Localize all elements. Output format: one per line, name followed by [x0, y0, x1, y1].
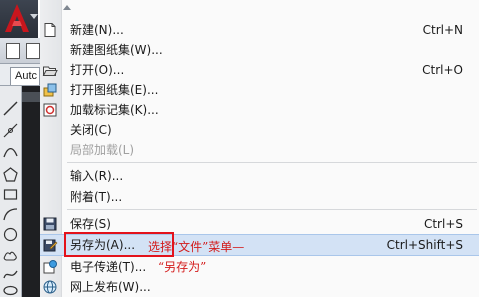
annotation-text-line1: 选择“文件”菜单—: [148, 240, 245, 254]
chevron-down-icon: [30, 14, 38, 19]
open-sheet-set-icon: [43, 83, 57, 97]
menu-separator: [67, 162, 477, 163]
menu-item-label: 输入(R)...: [70, 169, 124, 183]
spline-tool-icon[interactable]: [2, 266, 19, 283]
markup-set-icon: [43, 103, 57, 117]
menu-item-label: 局部加载(L): [70, 143, 135, 157]
polyline-tool-icon[interactable]: [2, 144, 19, 161]
menu-item-publish-to-web[interactable]: 网上发布(W)...: [40, 277, 479, 297]
menu-item-new[interactable]: 新建(N)... Ctrl+N: [40, 20, 479, 40]
save-disk-icon: [43, 217, 57, 231]
menu-item-label: 电子传递(T)...: [70, 260, 147, 274]
viewport-edge: [22, 92, 40, 102]
document-tab-bar: Autc: [0, 64, 40, 86]
menu-item-label: 打开(O)...: [70, 63, 125, 77]
new-file-icon: [44, 23, 56, 37]
menu-item-label: 加载标记集(K)...: [70, 103, 159, 117]
open-icon[interactable]: [26, 43, 40, 59]
construction-line-icon[interactable]: [2, 122, 19, 139]
menu-item-load-markup-set[interactable]: 加载标记集(K)...: [40, 100, 479, 120]
menu-item-label: 保存(S): [70, 217, 111, 231]
line-tool-icon[interactable]: [2, 100, 19, 117]
menu-item-attach[interactable]: 附着(T)...: [40, 187, 479, 207]
document-tab[interactable]: Autc: [10, 67, 40, 85]
open-folder-icon: [42, 66, 58, 76]
polygon-tool-icon[interactable]: [2, 166, 19, 183]
ellipse-tool-icon[interactable]: [2, 282, 19, 297]
autocad-logo-icon: [5, 4, 29, 32]
menu-item-label: 新建图纸集(W)...: [70, 43, 163, 57]
menu-item-shortcut: Ctrl+O: [422, 63, 463, 77]
menu-item-label: 网上发布(W)...: [70, 280, 151, 294]
arc-tool-icon[interactable]: [2, 206, 19, 223]
menu-item-open-sheet-set[interactable]: 打开图纸集(E)...: [40, 80, 479, 100]
file-menu: 新建(N)... Ctrl+N 新建图纸集(W)... 打开(O)... Ctr…: [40, 0, 479, 297]
quick-access-toolbar: [0, 38, 40, 64]
menu-item-partial-load: 局部加载(L): [40, 140, 479, 160]
menu-item-shortcut: Ctrl+N: [422, 23, 463, 37]
draw-toolbar: [0, 86, 22, 297]
etransmit-icon: [43, 260, 57, 274]
menu-item-shortcut: Ctrl+Shift+S: [386, 238, 463, 252]
menu-separator: [67, 209, 477, 210]
rectangle-tool-icon[interactable]: [2, 186, 19, 203]
revision-cloud-icon[interactable]: [2, 246, 19, 263]
application-menu-button[interactable]: [0, 0, 38, 38]
menu-item-label: 附着(T)...: [70, 190, 123, 204]
menu-item-open[interactable]: 打开(O)... Ctrl+O: [40, 60, 479, 80]
menu-item-label: 打开图纸集(E)...: [70, 83, 159, 97]
menu-item-new-sheet-set[interactable]: 新建图纸集(W)...: [40, 40, 479, 60]
save-as-icon: [43, 239, 58, 252]
circle-tool-icon[interactable]: [2, 226, 19, 243]
scroll-up-arrow-icon[interactable]: [63, 5, 71, 10]
new-icon[interactable]: [6, 43, 20, 59]
menu-item-etransmit[interactable]: 电子传递(T)...: [40, 257, 479, 277]
publish-web-icon: [43, 280, 57, 294]
menu-item-shortcut: Ctrl+S: [423, 217, 463, 231]
menu-item-label: 关闭(C): [70, 123, 112, 137]
menu-item-close[interactable]: 关闭(C): [40, 120, 479, 140]
annotation-text-line2: “另存为”: [158, 260, 207, 274]
menu-item-label: 新建(N)...: [70, 23, 124, 37]
menu-item-import[interactable]: 输入(R)...: [40, 166, 479, 186]
drawing-area[interactable]: [22, 86, 40, 297]
menu-item-save[interactable]: 保存(S) Ctrl+S: [40, 214, 479, 234]
